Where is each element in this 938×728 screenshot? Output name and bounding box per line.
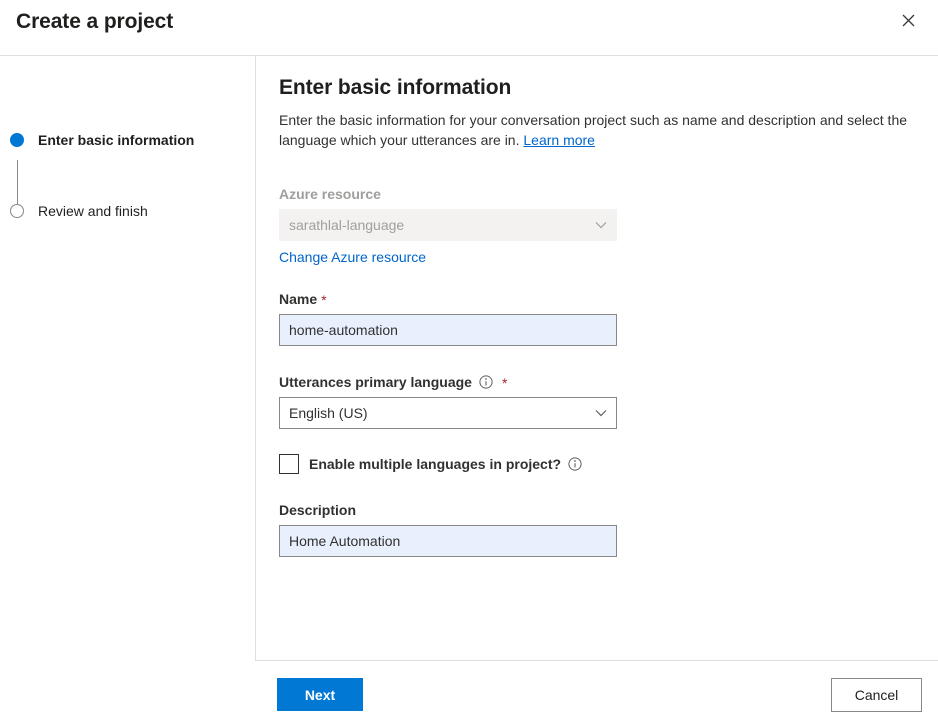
required-marker: * xyxy=(502,376,507,390)
info-icon[interactable] xyxy=(479,375,493,389)
sidebar-item-enter-basic-information[interactable]: Enter basic information xyxy=(0,130,255,150)
step-label: Enter basic information xyxy=(38,130,194,150)
sidebar-item-review-and-finish[interactable]: Review and finish xyxy=(0,201,255,221)
name-label: Name * xyxy=(279,289,914,309)
field-name: Name * xyxy=(279,289,914,346)
learn-more-link[interactable]: Learn more xyxy=(523,132,595,148)
description-input-wrapper[interactable] xyxy=(279,525,617,557)
description-input[interactable] xyxy=(289,526,607,556)
chevron-down-icon xyxy=(595,221,607,229)
name-input[interactable] xyxy=(289,315,607,345)
azure-resource-value: sarathlal-language xyxy=(289,215,587,235)
dialog-footer: Next Cancel xyxy=(255,660,938,728)
field-description: Description xyxy=(279,500,914,557)
close-icon xyxy=(902,14,915,30)
azure-resource-label-text: Azure resource xyxy=(279,184,381,204)
info-icon[interactable] xyxy=(568,457,582,471)
content-description: Enter the basic information for your con… xyxy=(279,110,914,150)
dialog-header: Create a project xyxy=(0,0,938,56)
sidebar-divider xyxy=(255,56,256,660)
spacer xyxy=(279,346,914,372)
main-content: Enter basic information Enter the basic … xyxy=(255,56,938,660)
name-input-wrapper[interactable] xyxy=(279,314,617,346)
step-marker-inactive-icon xyxy=(10,204,24,218)
field-utterances-primary-language: Utterances primary language * English (U… xyxy=(279,372,914,429)
enable-multiple-languages-label-text: Enable multiple languages in project? xyxy=(309,454,561,474)
step-connector-line xyxy=(17,160,18,206)
spacer xyxy=(279,474,914,500)
next-button[interactable]: Next xyxy=(277,678,363,711)
utterances-language-label: Utterances primary language * xyxy=(279,372,914,392)
page-title: Create a project xyxy=(16,6,173,38)
required-marker: * xyxy=(321,293,326,307)
spacer xyxy=(279,267,914,289)
cancel-button[interactable]: Cancel xyxy=(831,678,922,712)
checkbox-box-icon xyxy=(279,454,299,474)
content-heading: Enter basic information xyxy=(279,74,914,102)
utterances-language-label-text: Utterances primary language xyxy=(279,372,472,392)
azure-resource-dropdown[interactable]: sarathlal-language xyxy=(279,209,617,241)
wizard-sidebar: Enter basic information Review and finis… xyxy=(0,56,255,660)
name-label-text: Name xyxy=(279,289,317,309)
enable-multiple-languages-label: Enable multiple languages in project? xyxy=(309,454,582,474)
spacer xyxy=(279,429,914,454)
azure-resource-label: Azure resource xyxy=(279,184,914,204)
change-azure-resource-link[interactable]: Change Azure resource xyxy=(279,247,426,267)
step-label: Review and finish xyxy=(38,201,148,221)
create-project-dialog: Create a project Enter basic information… xyxy=(0,0,938,728)
enable-multiple-languages-checkbox[interactable]: Enable multiple languages in project? xyxy=(279,454,914,474)
utterances-language-value: English (US) xyxy=(289,403,587,423)
field-azure-resource: Azure resource sarathlal-language Change… xyxy=(279,184,914,267)
step-marker-active-icon xyxy=(10,133,24,147)
utterances-language-dropdown[interactable]: English (US) xyxy=(279,397,617,429)
description-label: Description xyxy=(279,500,914,520)
close-button[interactable] xyxy=(892,6,924,38)
dialog-body: Enter basic information Review and finis… xyxy=(0,56,938,660)
description-label-text: Description xyxy=(279,500,356,520)
chevron-down-icon xyxy=(595,409,607,417)
